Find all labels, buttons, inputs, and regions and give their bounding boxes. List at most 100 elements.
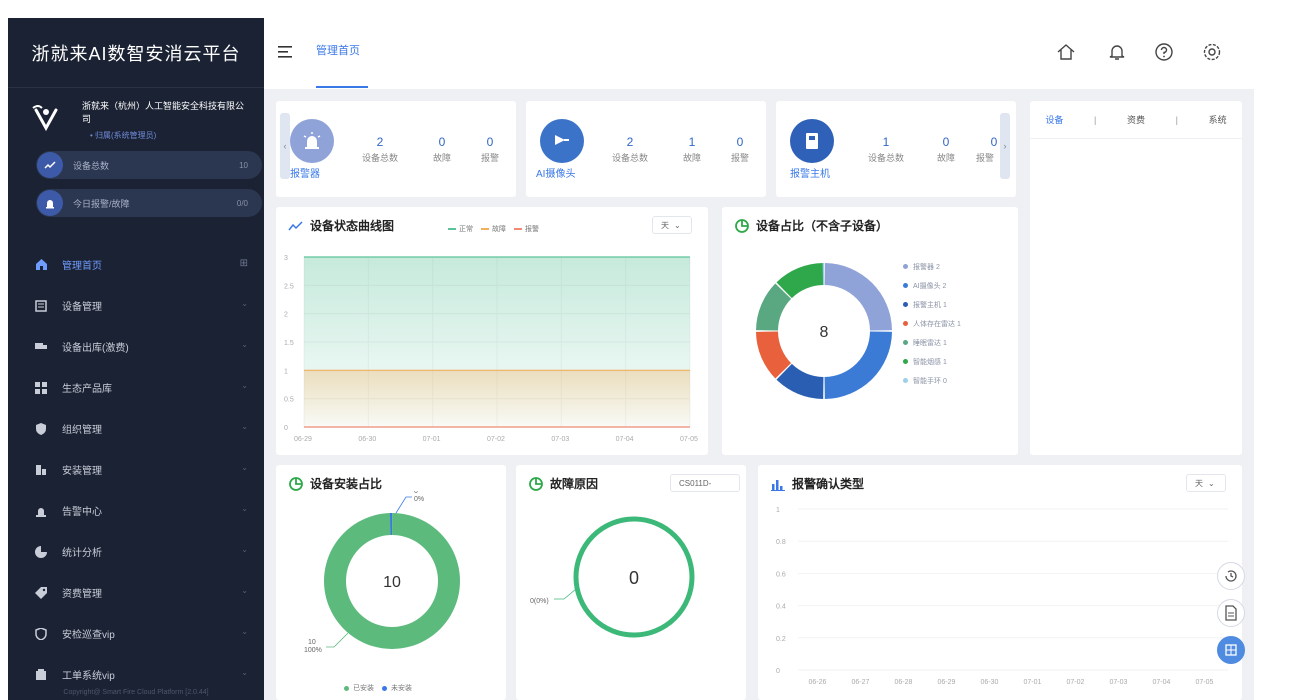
sidebar-item-fees[interactable]: 资费管理 ⌄ <box>8 572 264 613</box>
breadcrumb-underline <box>316 86 368 88</box>
document-button[interactable] <box>1217 599 1245 627</box>
history-button[interactable] <box>1217 562 1245 590</box>
sidebar-item-device[interactable]: 设备管理 ⌄ <box>8 285 264 326</box>
legend-label: 已安装 <box>353 685 374 692</box>
chevron-down-icon: ⌄ <box>241 545 248 554</box>
legend-label: 智能手环 0 <box>913 377 947 385</box>
sidebar-item-inspection[interactable]: 安检巡查vip ⌄ <box>8 613 264 654</box>
legend-item[interactable]: 正常 <box>448 224 473 234</box>
bell-icon[interactable] <box>1107 42 1127 62</box>
sidebar-item-label: 安装管理 <box>62 466 102 477</box>
sidebar-item-label: 告警中心 <box>62 507 102 518</box>
sidebar-item-home[interactable]: 管理首页 ⊞ <box>8 244 264 285</box>
stat-card-camera[interactable]: AI摄像头 2 1 0 设备总数 故障 报警 <box>526 101 766 197</box>
period-select[interactable]: 天 ⌄ <box>1186 474 1226 492</box>
legend-label: 报警器 2 <box>913 263 940 271</box>
x-tick-label: 06-27 <box>852 679 870 686</box>
legend-item[interactable]: 人体存在雷达 1 <box>903 314 961 333</box>
chevron-down-icon: ⌄ <box>241 504 248 513</box>
series-area <box>304 370 690 427</box>
history-icon <box>1225 570 1237 582</box>
legend-label: 人体存在雷达 1 <box>913 320 961 328</box>
legend-item[interactable]: 未安装 <box>382 683 412 693</box>
fault-reason-donut: 0 0(0%) <box>530 516 695 638</box>
alarm-icon <box>34 504 48 518</box>
home-icon[interactable] <box>1056 42 1076 62</box>
legend-item[interactable]: 故障 <box>481 224 506 234</box>
summary-label: 今日报警/故障 <box>73 198 130 209</box>
legend-item[interactable]: 报警 <box>514 224 539 234</box>
legend-swatch <box>514 228 522 230</box>
chevron-right-icon[interactable]: › <box>1000 113 1010 179</box>
help-icon[interactable] <box>1154 42 1174 62</box>
summary-value: 10 <box>239 160 248 170</box>
gear-icon[interactable] <box>1202 42 1222 62</box>
card-title-text: 设备占比（不含子设备） <box>756 219 889 233</box>
fullscreen-button[interactable] <box>1217 636 1245 664</box>
stat-caption: 报警 <box>480 153 499 163</box>
sidebar-item-org[interactable]: 组织管理 ⌄ <box>8 408 264 449</box>
stat-card-host[interactable]: 报警主机 1 0 0 设备总数 故障 报警 › <box>776 101 1016 197</box>
sidebar-item-install[interactable]: 安装管理 ⌄ <box>8 449 264 490</box>
legend-label: 正常 <box>459 226 473 233</box>
summary-value: 0/0 <box>236 198 248 208</box>
x-tick-label: 07-04 <box>616 436 634 443</box>
donut-center-value: 8 <box>820 324 829 341</box>
legend-item[interactable]: 智能烟感 1 <box>903 352 961 371</box>
legend-label: 睡眠雷达 1 <box>913 339 947 347</box>
summary-device-total[interactable]: 设备总数 10 <box>36 151 262 179</box>
stat-fault: 0 <box>942 135 950 149</box>
shield-icon <box>34 627 48 641</box>
legend-item[interactable]: 睡眠雷达 1 <box>903 333 961 352</box>
device-icon <box>34 299 48 313</box>
menu-toggle-icon[interactable] <box>278 46 292 58</box>
legend-item[interactable]: 已安装 <box>344 683 374 693</box>
collapse-icon[interactable]: ⊞ <box>240 258 248 269</box>
legend-item[interactable]: 报警器 2 <box>903 257 961 276</box>
stat-card-alarm[interactable]: ‹ 报警器 2 0 0 设备总数 故障 报警 <box>276 101 516 197</box>
donut-center-value: 10 <box>383 574 401 591</box>
sidebar-item-label: 资费管理 <box>62 589 102 600</box>
leader-line <box>395 496 412 514</box>
info-tabs: 设备 | 资费 | 系统 <box>1030 101 1242 139</box>
tab-fees[interactable]: 资费 <box>1127 113 1145 126</box>
y-tick-label: 1.5 <box>284 340 294 347</box>
sidebar-item-label: 组织管理 <box>62 425 102 436</box>
y-tick-label: 2.5 <box>284 283 294 290</box>
breadcrumb[interactable]: 管理首页 <box>316 42 360 58</box>
chevron-left-icon[interactable]: ‹ <box>280 113 290 179</box>
device-select[interactable]: CS011D- <box>670 474 740 492</box>
select-value: 天 <box>661 220 669 230</box>
tab-device[interactable]: 设备 <box>1045 113 1063 126</box>
pie-icon <box>34 545 48 559</box>
document-icon <box>1225 605 1237 621</box>
pie-chart-icon <box>529 476 543 491</box>
tab-system[interactable]: 系统 <box>1209 113 1227 126</box>
org-role[interactable]: • 归属(系统管理员) <box>90 130 156 141</box>
legend-item[interactable]: 智能手环 0 <box>903 371 961 390</box>
grid-icon <box>34 381 48 395</box>
donut-slice <box>824 331 892 399</box>
legend-item[interactable]: 报警主机 1 <box>903 295 961 314</box>
period-select[interactable]: 天 ⌄ <box>652 216 692 234</box>
legend-item[interactable]: AI摄像头 2 <box>903 276 961 295</box>
stat-alarm: 0 <box>486 135 494 149</box>
sidebar-item-label: 设备出库(激费) <box>62 343 129 354</box>
sidebar-item-stats[interactable]: 统计分析 ⌄ <box>8 531 264 572</box>
y-tick-label: 0.4 <box>776 604 786 611</box>
sidebar-item-outbound[interactable]: 设备出库(激费) ⌄ <box>8 326 264 367</box>
sidebar-item-alarm[interactable]: 告警中心 ⌄ <box>8 490 264 531</box>
fault-reason-card: 故障原因 CS011D- 0 0(0%) <box>516 465 746 700</box>
truck-icon <box>34 340 48 354</box>
leader-line <box>326 632 349 648</box>
legend-swatch <box>903 378 908 383</box>
stat-caption: 报警 <box>730 153 749 163</box>
chevron-down-icon: ⌄ <box>1208 478 1215 488</box>
x-tick-label: 07-02 <box>487 436 505 443</box>
y-tick-label: 0.2 <box>776 636 786 643</box>
sidebar-item-products[interactable]: 生态产品库 ⌄ <box>8 367 264 408</box>
install-icon <box>34 463 48 477</box>
donut-slice <box>824 263 892 331</box>
summary-today-alarm[interactable]: 今日报警/故障 0/0 <box>36 189 262 217</box>
card-title-text: 设备状态曲线图 <box>310 219 395 233</box>
